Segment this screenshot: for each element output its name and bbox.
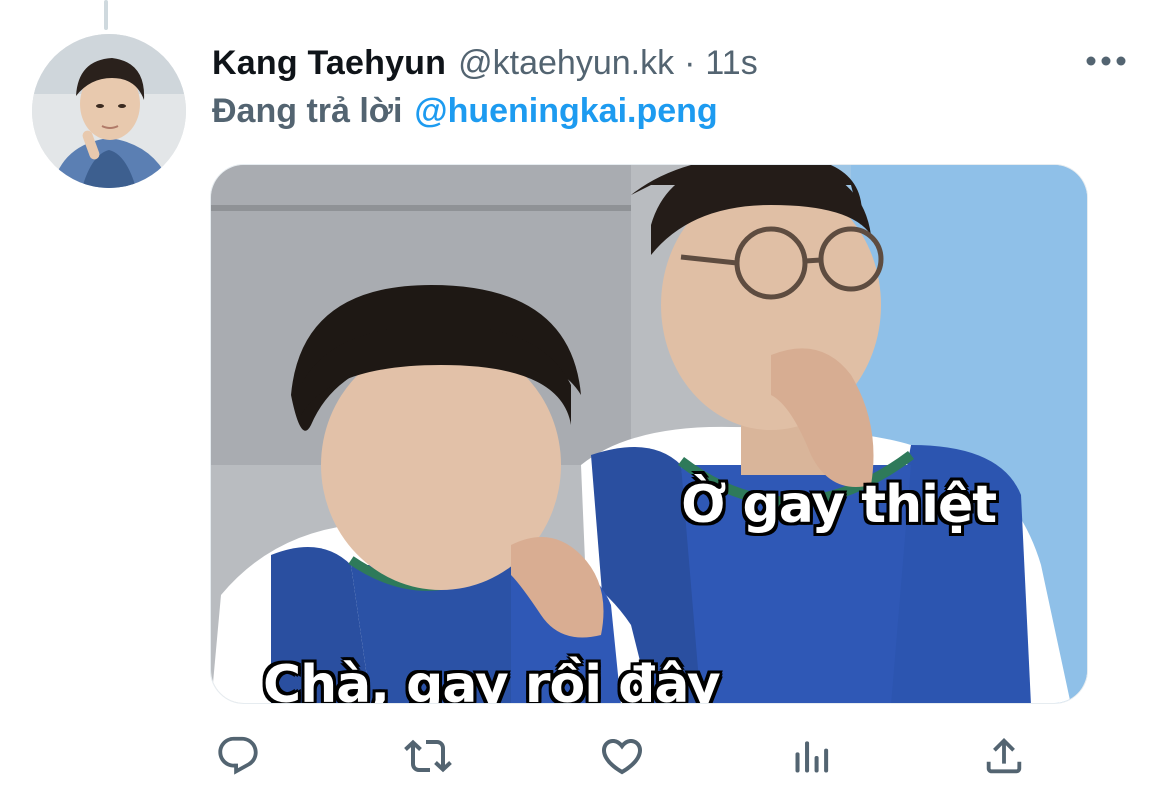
tweet-header: Kang Taehyun @ktaehyun.kk · 11s xyxy=(212,40,1130,86)
analytics-button[interactable] xyxy=(784,728,840,784)
tweet-image[interactable]: Ờ gay thiệt Chà, gay rồi đây xyxy=(210,164,1088,704)
more-icon xyxy=(1086,56,1126,66)
like-button[interactable] xyxy=(594,728,650,784)
tweet-action-bar xyxy=(210,728,1030,788)
thread-connector-line xyxy=(104,0,108,30)
display-name[interactable]: Kang Taehyun xyxy=(212,44,446,83)
timestamp[interactable]: 11s xyxy=(705,44,757,83)
more-options-button[interactable] xyxy=(1082,46,1130,76)
meme-caption-bottom: Chà, gay rồi đây xyxy=(263,655,721,704)
retweet-button[interactable] xyxy=(400,728,456,784)
mention-link[interactable]: @hueningkai.peng xyxy=(414,92,717,131)
reply-icon xyxy=(218,736,258,775)
user-handle[interactable]: @ktaehyun.kk xyxy=(458,44,674,83)
share-icon xyxy=(986,737,1022,774)
meme-caption-top: Ờ gay thiệt xyxy=(681,475,997,535)
replying-to-label: Đang trả lời xyxy=(212,91,403,130)
like-icon xyxy=(601,739,643,775)
avatar[interactable] xyxy=(32,34,186,188)
share-button[interactable] xyxy=(976,728,1032,784)
separator-dot: · xyxy=(684,43,696,82)
retweet-icon xyxy=(404,739,452,773)
meme-photo xyxy=(211,165,1087,703)
replying-to: Đang trả lời @hueningkai.peng xyxy=(212,88,718,134)
avatar-photo xyxy=(32,34,186,188)
reply-button[interactable] xyxy=(210,728,266,784)
analytics-icon xyxy=(795,741,829,773)
